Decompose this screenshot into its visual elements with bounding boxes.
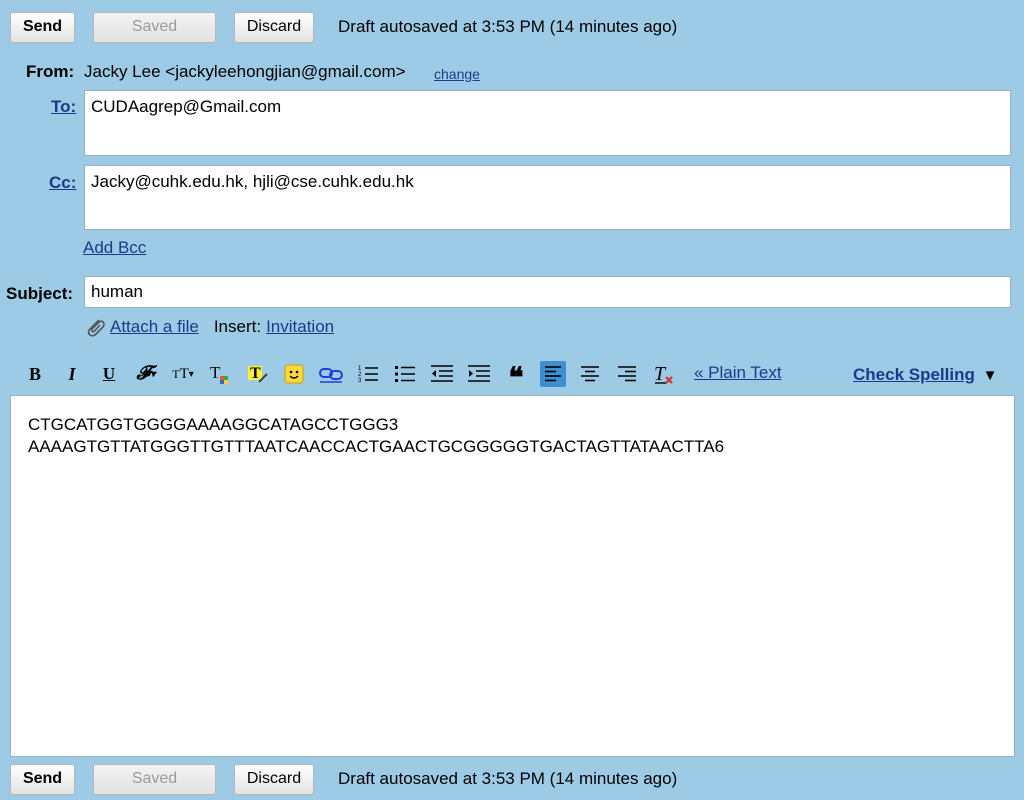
align-left-icon[interactable] (540, 361, 566, 387)
highlight-icon[interactable]: T (244, 361, 270, 387)
bold-icon[interactable]: B (22, 361, 48, 387)
change-sender-link[interactable]: change (434, 66, 480, 82)
attach-row: Attach a file Insert: Invitation (84, 316, 334, 338)
remove-formatting-icon[interactable]: T (651, 361, 677, 387)
plain-text-link[interactable]: « Plain Text (694, 363, 782, 383)
compose-window: Send Saved Discard Draft autosaved at 3:… (0, 0, 1024, 800)
to-label-link[interactable]: To: (51, 97, 76, 117)
send-button-bottom[interactable]: Send (10, 763, 75, 795)
cc-field[interactable]: Jacky@cuhk.edu.hk, hjli@cse.cuhk.edu.hk (84, 165, 1011, 230)
discard-button[interactable]: Discard (234, 11, 314, 43)
saved-button: Saved (93, 11, 216, 43)
italic-icon[interactable]: I (59, 361, 85, 387)
align-right-icon[interactable] (614, 361, 640, 387)
message-body-editor[interactable]: CTGCATGGTGGGGAAAAGGCATAGCCTGGG3 AAAAGTGT… (10, 395, 1015, 757)
indent-more-icon[interactable] (466, 361, 492, 387)
svg-text:T: T (250, 365, 261, 382)
underline-icon[interactable]: U (96, 361, 122, 387)
font-icon[interactable]: 𝓕 ▾ (133, 361, 159, 387)
saved-button-bottom: Saved (93, 763, 216, 795)
discard-button-bottom[interactable]: Discard (234, 763, 314, 795)
subject-input[interactable]: human (84, 276, 1011, 308)
autosave-status-bottom: Draft autosaved at 3:53 PM (14 minutes a… (338, 769, 678, 788)
check-spelling-label: Check Spelling (853, 365, 975, 384)
from-label: From: (26, 62, 75, 81)
bottom-action-bar: Send Saved Discard Draft autosaved at 3:… (10, 763, 677, 795)
invitation-link[interactable]: Invitation (266, 317, 334, 337)
send-button[interactable]: Send (10, 11, 75, 43)
from-value: Jacky Lee <jackyleehongjian@gmail.com> (84, 62, 406, 81)
svg-text:T: T (654, 363, 667, 385)
paperclip-icon (87, 319, 105, 337)
cc-label-link[interactable]: Cc: (49, 173, 76, 193)
indent-less-icon[interactable] (429, 361, 455, 387)
link-icon[interactable] (318, 361, 344, 387)
top-action-bar: Send Saved Discard Draft autosaved at 3:… (10, 11, 677, 43)
text-color-icon[interactable]: T (207, 361, 233, 387)
svg-text:T: T (210, 363, 221, 382)
svg-text:3: 3 (358, 378, 362, 384)
quote-icon[interactable]: ❝ (503, 361, 529, 393)
emoticon-icon[interactable] (281, 361, 307, 387)
font-size-icon[interactable]: T T ▾ (170, 361, 196, 387)
add-bcc-link[interactable]: Add Bcc (83, 238, 146, 258)
subject-label: Subject: (6, 284, 74, 303)
bullet-list-icon[interactable] (392, 361, 418, 387)
attach-file-link[interactable]: Attach a file (110, 317, 199, 337)
formatting-toolbar: B I U 𝓕 ▾ T T ▾ T T 123 ❝ T (22, 360, 688, 393)
chevron-down-icon: ▼ (982, 367, 998, 384)
numbered-list-icon[interactable]: 123 (355, 361, 381, 387)
body-line: CTGCATGGTGGGGAAAAGGCATAGCCTGGG3 (28, 415, 399, 434)
align-center-icon[interactable] (577, 361, 603, 387)
check-spelling-button[interactable]: Check Spelling ▼ (853, 365, 997, 385)
to-field[interactable]: CUDAagrep@Gmail.com (84, 90, 1011, 156)
body-line: AAAAGTGTTATGGGTTGTTTAATCAACCACTGAACTGCGG… (28, 437, 725, 456)
insert-label: Insert: (213, 317, 262, 336)
autosave-status: Draft autosaved at 3:53 PM (14 minutes a… (338, 17, 678, 36)
